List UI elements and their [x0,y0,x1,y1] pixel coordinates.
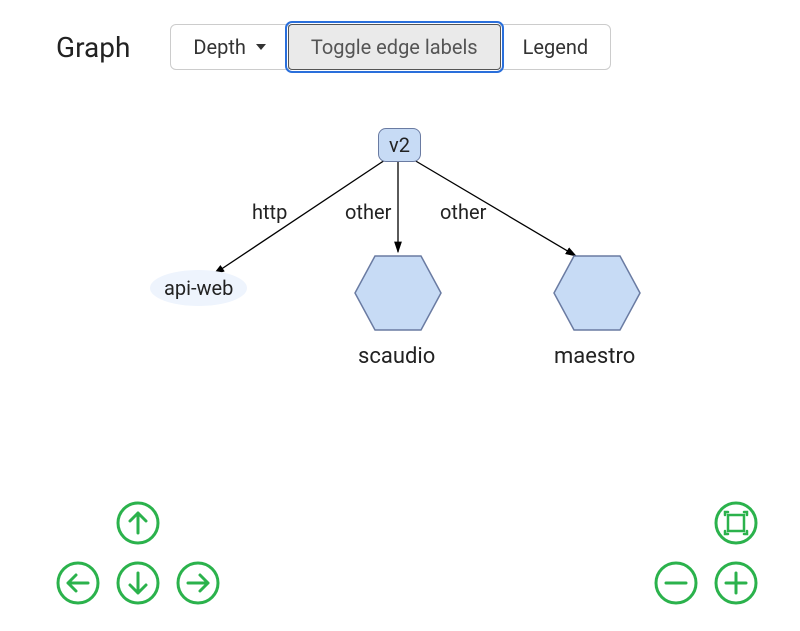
arrow-down-icon [115,560,161,606]
graph-node-maestro-shape[interactable] [552,254,642,332]
graph-node-root-label: v2 [389,133,410,157]
graph-node-scaudio-shape[interactable] [353,254,443,332]
pan-right-button[interactable] [174,559,222,607]
legend-button[interactable]: Legend [500,24,612,70]
plus-icon [713,560,759,606]
toggle-edge-labels-label: Toggle edge labels [311,35,478,59]
header-bar: Graph Depth Toggle edge labels Legend [0,0,800,80]
page-title: Graph [56,31,130,64]
arrow-up-icon [115,500,161,546]
chevron-down-icon [256,44,266,50]
toolbar-button-group: Depth Toggle edge labels Legend [170,24,611,70]
zoom-out-button[interactable] [652,559,700,607]
graph-node-scaudio-label: scaudio [358,344,435,369]
graph-node-api-web-label: api-web [164,276,233,300]
graph-node-api-web[interactable]: api-web [150,270,247,306]
minus-icon [653,560,699,606]
edge-label: http [252,200,287,224]
fit-view-button[interactable] [712,499,760,547]
fit-view-icon [713,500,759,546]
depth-dropdown[interactable]: Depth [170,24,289,70]
toggle-edge-labels-button[interactable]: Toggle edge labels [288,24,501,70]
pan-down-button[interactable] [114,559,162,607]
pan-left-button[interactable] [54,559,102,607]
graph-node-maestro-label: maestro [554,344,635,369]
arrow-right-icon [175,560,221,606]
legend-label: Legend [523,35,589,59]
edge-label: other [345,200,391,224]
graph-node-root[interactable]: v2 [378,128,421,162]
zoom-in-button[interactable] [712,559,760,607]
depth-label: Depth [193,35,246,59]
graph-canvas[interactable]: v2 http other other api-web scaudio maes… [0,90,800,631]
pan-up-button[interactable] [114,499,162,547]
arrow-left-icon [55,560,101,606]
edge-label: other [440,200,486,224]
